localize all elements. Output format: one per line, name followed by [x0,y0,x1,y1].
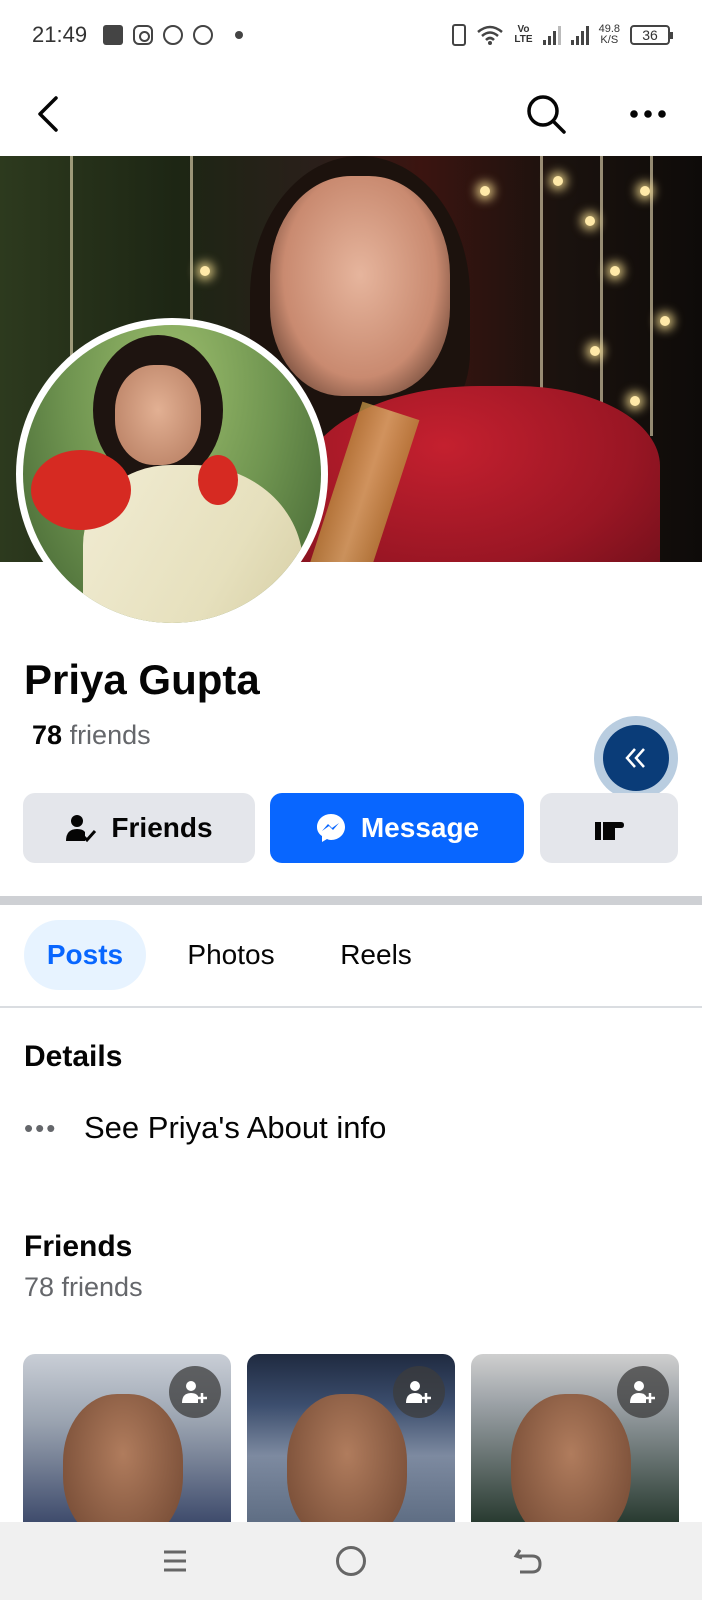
status-time: 21:49 [32,22,88,47]
friend-card[interactable] [471,1354,679,1524]
status-bar: 21:49 Vo LTE 49.8 K/S 36 [0,0,702,70]
add-friend-icon[interactable] [393,1366,445,1418]
light-bulb [553,176,563,186]
friends-section-count: 78 friends [24,1272,143,1302]
light-bulb [200,266,210,276]
friend-card[interactable] [247,1354,455,1524]
friend-photo [511,1394,631,1524]
friend-card[interactable] [23,1354,231,1524]
vibrate-icon [452,24,467,46]
instagram-icon [133,25,154,45]
cover-face [270,176,450,396]
section-divider [0,896,702,905]
menu-lines-icon[interactable] [160,1546,190,1576]
tabs-divider [0,1006,702,1008]
message-button-label: Message [360,812,480,843]
home-circle-icon[interactable] [336,1546,366,1576]
gallery-icon [103,25,124,45]
friend-photo [287,1394,407,1524]
friends-button[interactable]: Friends [23,793,255,863]
about-info-link[interactable]: See Priya's About info [84,1110,386,1146]
avatar-image [23,325,321,623]
whatsapp-icon [163,25,184,45]
light-bulb [480,186,490,196]
light-bulb [610,266,620,276]
double-chevron-left-icon [603,725,669,791]
dot-icon [235,31,244,39]
light-bulb [630,396,640,406]
light-string [190,156,193,336]
light-string [540,156,543,416]
avatar-blouse [31,450,131,530]
search-icon[interactable] [524,92,568,136]
back-return-icon[interactable] [512,1544,544,1576]
status-right: Vo LTE 49.8 K/S 36 [452,23,673,46]
back-arrow-icon[interactable] [30,92,70,136]
signal-icon [570,25,589,45]
light-bulb [660,316,670,326]
tab-photos[interactable]: Photos [170,920,292,990]
friends-count[interactable]: 78 friends [32,720,151,751]
status-left: 21:49 [32,22,244,48]
friends-button-label: Friends [111,812,213,843]
light-bulb [590,346,600,356]
light-bulb [640,186,650,196]
messenger-icon [193,25,214,45]
wifi-icon [477,25,504,45]
friends-section-title: Friends [24,1230,133,1263]
top-nav [0,70,702,156]
poke-button[interactable] [540,793,678,863]
friend-photo [63,1394,183,1524]
avatar-blouse [198,455,238,505]
profile-name: Priya Gupta [24,656,260,703]
light-string [650,156,653,436]
friend-check-icon [66,815,97,843]
message-button[interactable]: Message [270,793,524,863]
volte-icon: Vo LTE [514,24,533,45]
floating-collapse-button[interactable] [594,716,678,800]
battery-icon: 36 [630,25,673,45]
tab-posts[interactable]: Posts [24,920,146,990]
avatar-face [115,365,201,465]
tab-reels[interactable]: Reels [326,920,426,990]
add-friend-icon[interactable] [617,1366,669,1418]
light-bulb [585,216,595,226]
system-nav-bar [0,1522,702,1600]
more-dots-icon: ••• [24,1112,58,1143]
profile-picture[interactable] [16,318,328,630]
poke-hand-icon [595,822,624,840]
more-dots-icon[interactable] [626,92,670,136]
signal-icon [542,25,561,45]
add-friend-icon[interactable] [169,1366,221,1418]
about-info-row[interactable]: ••• See Priya's About info [24,1110,386,1146]
network-speed: 49.8 K/S [598,23,620,46]
light-string [70,156,73,356]
details-title: Details [24,1040,123,1073]
messenger-icon [316,814,345,842]
